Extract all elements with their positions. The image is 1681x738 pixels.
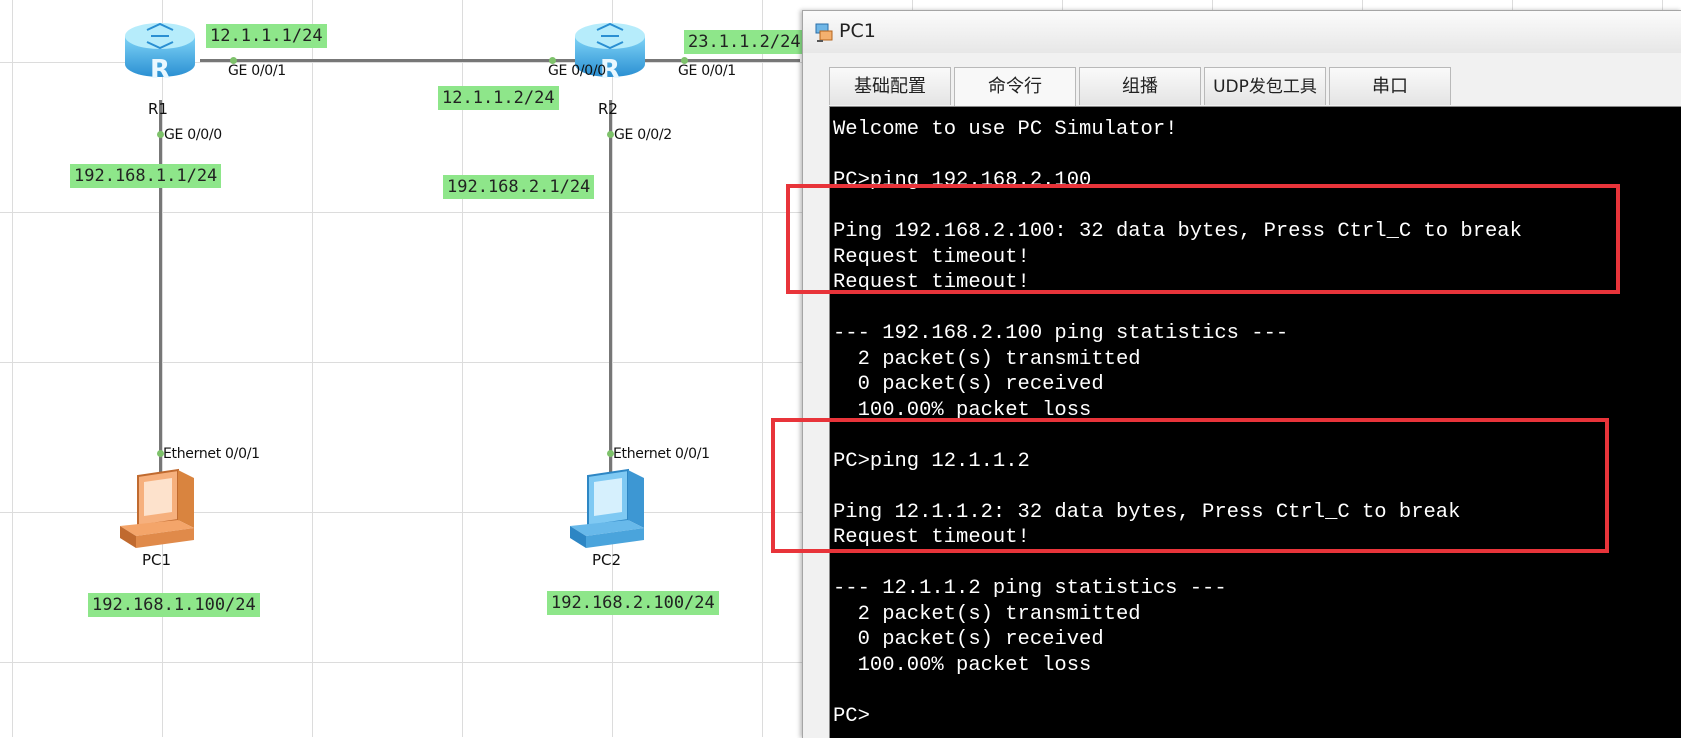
ip-label-r2-ge002[interactable]: 192.168.2.1/24 <box>443 175 595 199</box>
port-label-r2-ge000: GE 0/0/0 <box>548 63 606 79</box>
link-r1-r2[interactable] <box>200 59 800 62</box>
highlight-box-ping-192 <box>786 184 1620 294</box>
pc-icon <box>570 468 644 548</box>
device-name-pc1: PC1 <box>142 551 172 569</box>
window-titlebar[interactable]: PC1 <box>803 11 1681 53</box>
console-line: 100.00% packet loss <box>833 653 1092 677</box>
ip-label-pc1[interactable]: 192.168.1.100/24 <box>88 593 260 617</box>
device-name-r1: R1 <box>148 100 168 118</box>
link-r1-pc1[interactable] <box>159 100 162 500</box>
ip-label-pc2[interactable]: 192.168.2.100/24 <box>547 591 719 615</box>
console-line: 2 packet(s) transmitted <box>833 347 1141 371</box>
window-title: PC1 <box>839 20 876 42</box>
console-line: Welcome to use PC Simulator! <box>833 118 1178 141</box>
tab-udp-tool[interactable]: UDP发包工具 <box>1204 67 1326 105</box>
pc-pc1[interactable] <box>116 468 198 550</box>
link-r2-pc2[interactable] <box>609 100 612 500</box>
console-line: 0 packet(s) received <box>833 373 1104 396</box>
ip-label-r2-ge000[interactable]: 12.1.1.2/24 <box>438 86 559 110</box>
ip-label-r1-ge000[interactable]: 192.168.1.1/24 <box>70 164 222 188</box>
console-line: PC> <box>833 704 870 728</box>
tab-basic-config[interactable]: 基础配置 <box>829 67 951 105</box>
console-line: 0 packet(s) received <box>833 628 1104 651</box>
console-line: --- 12.1.1.2 ping statistics --- <box>833 577 1227 600</box>
port-label-pc1-eth: Ethernet 0/0/1 <box>163 446 260 462</box>
port-label-r2-ge001: GE 0/0/1 <box>678 63 736 79</box>
console-line: 2 packet(s) transmitted <box>833 602 1141 626</box>
tab-serial[interactable]: 串口 <box>1329 67 1451 105</box>
device-name-r2: R2 <box>598 100 618 118</box>
svg-text:R: R <box>150 55 170 85</box>
pc-simulator-window[interactable]: PC1 基础配置 命令行 组播 UDP发包工具 串口 Welcome to us… <box>802 10 1681 738</box>
port-dot <box>607 131 614 138</box>
router-icon: R <box>125 22 195 85</box>
tab-command-line[interactable]: 命令行 <box>954 67 1076 108</box>
port-label-r1-ge000: GE 0/0/0 <box>164 127 222 143</box>
port-label-r2-ge002: GE 0/0/2 <box>614 127 672 143</box>
device-name-pc2: PC2 <box>592 551 622 569</box>
ip-label-r2-ge001[interactable]: 23.1.1.2/24 <box>684 30 805 54</box>
router-r1[interactable]: R <box>121 16 199 88</box>
port-dot <box>157 131 164 138</box>
tab-multicast[interactable]: 组播 <box>1079 67 1201 105</box>
pc-pc2[interactable] <box>566 468 648 550</box>
port-label-r1-ge001: GE 0/0/1 <box>228 63 286 79</box>
highlight-box-ping-12 <box>771 418 1609 553</box>
pc-icon <box>120 468 194 548</box>
ip-label-r1-ge001[interactable]: 12.1.1.1/24 <box>206 24 327 48</box>
console-line: --- 192.168.2.100 ping statistics --- <box>833 322 1289 345</box>
app-icon <box>815 21 835 43</box>
port-label-pc2-eth: Ethernet 0/0/1 <box>613 446 710 462</box>
